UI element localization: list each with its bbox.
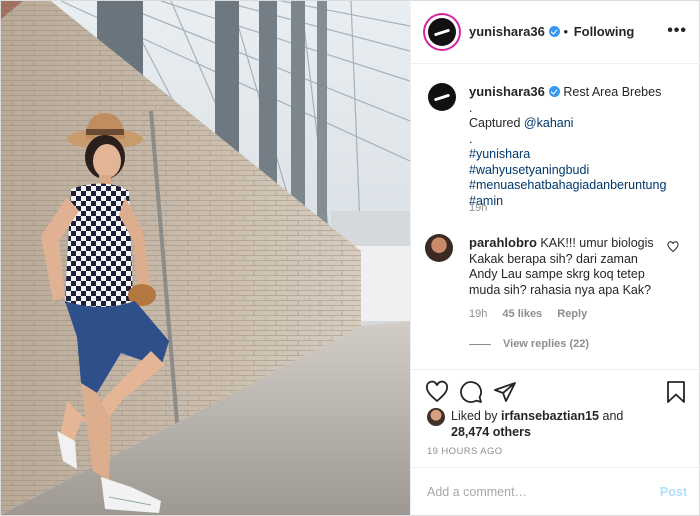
like-comment-heart-icon[interactable]: [667, 241, 679, 253]
comment-time[interactable]: 19h: [469, 308, 487, 320]
post-side-panel: yunishara36 • Following ••• yunishara36 …: [410, 0, 700, 516]
hashtag-link[interactable]: #menuasehatbahagiadanberuntung: [469, 178, 689, 194]
caption-location: Rest Area Brebes: [563, 85, 662, 99]
share-icon[interactable]: [493, 380, 517, 404]
header-username[interactable]: yunishara36: [469, 24, 545, 39]
add-comment-bar: Add a comment… Post: [411, 467, 700, 516]
photo-illustration: [1, 1, 410, 515]
author-avatar[interactable]: [425, 15, 459, 49]
others-count: 28,474 others: [451, 425, 531, 439]
caption-dot: .: [469, 100, 473, 115]
commenter-username[interactable]: parahlobro: [469, 235, 537, 250]
captured-prefix: Captured: [469, 116, 521, 130]
reply-button[interactable]: Reply: [557, 308, 587, 320]
hashtag-link[interactable]: #wahyusetyaningbudi: [469, 163, 689, 179]
caption-first-line: yunishara36 Rest Area Brebes: [469, 84, 689, 101]
liked-by-and: and: [602, 409, 624, 423]
caption-avatar[interactable]: [425, 80, 459, 114]
more-options-icon[interactable]: •••: [667, 22, 687, 40]
post-photo[interactable]: [1, 1, 410, 515]
liked-by-line: Liked by irfansebaztian15 and: [451, 409, 623, 423]
post-header: yunishara36 • Following •••: [411, 0, 700, 64]
following-button[interactable]: Following: [574, 24, 635, 39]
comment-meta: 19h 45 likes Reply: [469, 308, 599, 320]
header-author: yunishara36 • Following: [469, 24, 634, 39]
caption: yunishara36 Rest Area Brebes . Captured …: [411, 64, 700, 224]
heart-icon[interactable]: [425, 380, 449, 404]
comment-icon[interactable]: [459, 380, 483, 404]
view-replies-button[interactable]: View replies (22): [469, 338, 589, 350]
add-comment-input[interactable]: Add a comment…: [427, 485, 527, 499]
liker-avatar[interactable]: [427, 408, 445, 426]
verified-badge-icon: [548, 86, 560, 97]
verified-badge-icon: [548, 26, 560, 37]
post-comment-button[interactable]: Post: [660, 485, 687, 499]
liked-by-prefix: Liked by: [451, 409, 498, 423]
caption-body: yunishara36 Rest Area Brebes . Captured …: [469, 84, 689, 209]
others-link[interactable]: 28,474 others: [451, 425, 531, 439]
header-separator: •: [563, 24, 569, 39]
post-date[interactable]: 19 HOURS AGO: [427, 446, 503, 457]
commenter-avatar[interactable]: [425, 234, 453, 262]
captured-handle-link[interactable]: @kahani: [524, 116, 574, 130]
caption-username[interactable]: yunishara36: [469, 84, 545, 99]
hashtag-link[interactable]: #amin: [469, 194, 689, 210]
comment-body: parahlobro KAK!!! umur biologis Kakak be…: [469, 235, 659, 298]
hashtag-link[interactable]: #yunishara: [469, 147, 689, 163]
caption-captured: Captured @kahani: [469, 116, 689, 132]
comment-likes[interactable]: 45 likes: [502, 308, 542, 320]
caption-time[interactable]: 19h: [469, 202, 487, 214]
liker-username[interactable]: irfansebaztian15: [501, 409, 599, 423]
view-replies-label: View replies (22): [503, 338, 590, 350]
replies-dash: [469, 343, 491, 345]
bookmark-icon[interactable]: [665, 380, 687, 404]
caption-dot: .: [469, 131, 473, 146]
